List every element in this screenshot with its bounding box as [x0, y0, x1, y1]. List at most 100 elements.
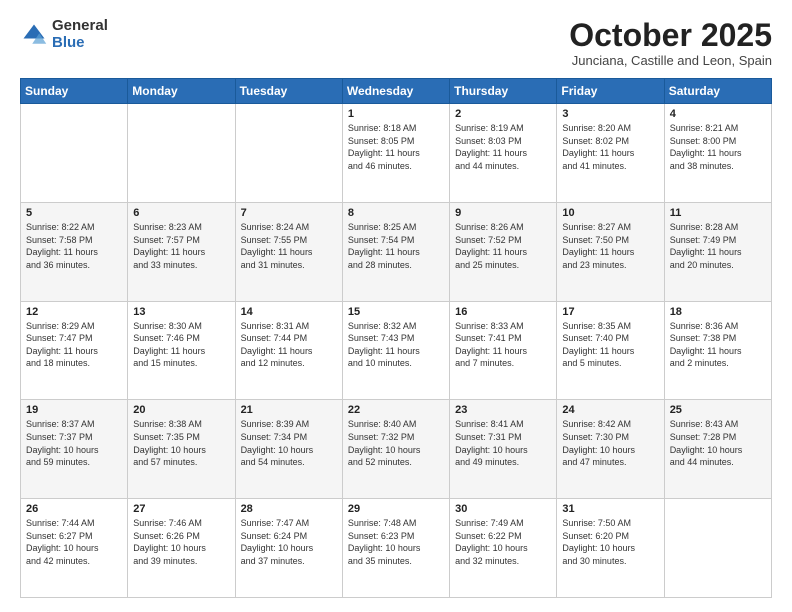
page: General Blue October 2025 Junciana, Cast… [0, 0, 792, 612]
day-info: Sunrise: 8:27 AM Sunset: 7:50 PM Dayligh… [562, 221, 658, 271]
calendar-week-4: 19 Sunrise: 8:37 AM Sunset: 7:37 PM Dayli… [21, 400, 772, 499]
day-number: 10 [562, 207, 658, 219]
main-title: October 2025 [569, 18, 772, 53]
day-info: Sunrise: 8:21 AM Sunset: 8:00 PM Dayligh… [670, 122, 766, 172]
title-block: October 2025 Junciana, Castille and Leon… [569, 18, 772, 68]
day-info: Sunrise: 7:44 AM Sunset: 6:27 PM Dayligh… [26, 517, 122, 567]
day-info: Sunrise: 8:42 AM Sunset: 7:30 PM Dayligh… [562, 418, 658, 468]
day-info: Sunrise: 8:38 AM Sunset: 7:35 PM Dayligh… [133, 418, 229, 468]
day-number: 31 [562, 503, 658, 515]
calendar-cell: 19 Sunrise: 8:37 AM Sunset: 7:37 PM Dayli… [21, 400, 128, 499]
calendar-cell: 8 Sunrise: 8:25 AM Sunset: 7:54 PM Daylig… [342, 202, 449, 301]
day-info: Sunrise: 8:40 AM Sunset: 7:32 PM Dayligh… [348, 418, 444, 468]
day-number: 21 [241, 404, 337, 416]
day-info: Sunrise: 8:18 AM Sunset: 8:05 PM Dayligh… [348, 122, 444, 172]
day-info: Sunrise: 7:47 AM Sunset: 6:24 PM Dayligh… [241, 517, 337, 567]
day-number: 20 [133, 404, 229, 416]
calendar-cell: 7Sunrise: 8:24 AM Sunset: 7:55 PM Daylig… [235, 202, 342, 301]
logo: General Blue [20, 18, 108, 51]
day-number: 25 [670, 404, 766, 416]
calendar-cell: 9 Sunrise: 8:26 AM Sunset: 7:52 PM Daylig… [450, 202, 557, 301]
calendar-header-saturday: Saturday [664, 79, 771, 104]
calendar-cell: 17 Sunrise: 8:35 AM Sunset: 7:40 PM Dayli… [557, 301, 664, 400]
day-info: Sunrise: 7:48 AM Sunset: 6:23 PM Dayligh… [348, 517, 444, 567]
day-number: 17 [562, 306, 658, 318]
calendar-cell: 30 Sunrise: 7:49 AM Sunset: 6:22 PM Dayli… [450, 499, 557, 598]
day-info: Sunrise: 8:23 AM Sunset: 7:57 PM Dayligh… [133, 221, 229, 271]
calendar-cell: 14 Sunrise: 8:31 AM Sunset: 7:44 PM Dayli… [235, 301, 342, 400]
calendar-cell: 16 Sunrise: 8:33 AM Sunset: 7:41 PM Dayli… [450, 301, 557, 400]
day-number: 5 [26, 207, 122, 219]
calendar-cell: 2Sunrise: 8:19 AM Sunset: 8:03 PM Daylig… [450, 104, 557, 203]
day-info: Sunrise: 8:33 AM Sunset: 7:41 PM Dayligh… [455, 320, 551, 370]
calendar-header-row: SundayMondayTuesdayWednesdayThursdayFrid… [21, 79, 772, 104]
day-info: Sunrise: 8:43 AM Sunset: 7:28 PM Dayligh… [670, 418, 766, 468]
day-info: Sunrise: 8:30 AM Sunset: 7:46 PM Dayligh… [133, 320, 229, 370]
calendar-cell: 25 Sunrise: 8:43 AM Sunset: 7:28 PM Dayli… [664, 400, 771, 499]
logo-icon [20, 21, 48, 49]
calendar-cell: 11Sunrise: 8:28 AM Sunset: 7:49 PM Dayli… [664, 202, 771, 301]
calendar-cell [21, 104, 128, 203]
day-info: Sunrise: 7:46 AM Sunset: 6:26 PM Dayligh… [133, 517, 229, 567]
day-number: 3 [562, 108, 658, 120]
day-info: Sunrise: 8:35 AM Sunset: 7:40 PM Dayligh… [562, 320, 658, 370]
day-number: 30 [455, 503, 551, 515]
calendar-week-2: 5Sunrise: 8:22 AM Sunset: 7:58 PM Daylig… [21, 202, 772, 301]
day-number: 26 [26, 503, 122, 515]
calendar-cell: 26 Sunrise: 7:44 AM Sunset: 6:27 PM Dayli… [21, 499, 128, 598]
calendar-cell: 5Sunrise: 8:22 AM Sunset: 7:58 PM Daylig… [21, 202, 128, 301]
day-info: Sunrise: 7:50 AM Sunset: 6:20 PM Dayligh… [562, 517, 658, 567]
calendar-cell [235, 104, 342, 203]
calendar-cell: 23 Sunrise: 8:41 AM Sunset: 7:31 PM Dayli… [450, 400, 557, 499]
calendar-cell: 21 Sunrise: 8:39 AM Sunset: 7:34 PM Dayli… [235, 400, 342, 499]
day-info: Sunrise: 8:39 AM Sunset: 7:34 PM Dayligh… [241, 418, 337, 468]
day-info: Sunrise: 8:41 AM Sunset: 7:31 PM Dayligh… [455, 418, 551, 468]
day-number: 24 [562, 404, 658, 416]
calendar-header-sunday: Sunday [21, 79, 128, 104]
day-number: 14 [241, 306, 337, 318]
day-number: 4 [670, 108, 766, 120]
logo-blue-text: Blue [52, 35, 108, 52]
calendar-cell: 1 Sunrise: 8:18 AM Sunset: 8:05 PM Daylig… [342, 104, 449, 203]
day-info: Sunrise: 8:28 AM Sunset: 7:49 PM Dayligh… [670, 221, 766, 271]
calendar-cell: 31 Sunrise: 7:50 AM Sunset: 6:20 PM Dayli… [557, 499, 664, 598]
day-number: 12 [26, 306, 122, 318]
calendar-cell: 24 Sunrise: 8:42 AM Sunset: 7:30 PM Dayli… [557, 400, 664, 499]
day-info: Sunrise: 8:25 AM Sunset: 7:54 PM Dayligh… [348, 221, 444, 271]
calendar-cell: 6 Sunrise: 8:23 AM Sunset: 7:57 PM Daylig… [128, 202, 235, 301]
day-number: 16 [455, 306, 551, 318]
calendar-table: SundayMondayTuesdayWednesdayThursdayFrid… [20, 78, 772, 598]
day-info: Sunrise: 8:24 AM Sunset: 7:55 PM Dayligh… [241, 221, 337, 271]
day-info: Sunrise: 8:36 AM Sunset: 7:38 PM Dayligh… [670, 320, 766, 370]
calendar-cell [128, 104, 235, 203]
day-number: 9 [455, 207, 551, 219]
day-number: 6 [133, 207, 229, 219]
calendar-cell: 28 Sunrise: 7:47 AM Sunset: 6:24 PM Dayli… [235, 499, 342, 598]
day-number: 29 [348, 503, 444, 515]
day-info: Sunrise: 8:20 AM Sunset: 8:02 PM Dayligh… [562, 122, 658, 172]
day-info: Sunrise: 7:49 AM Sunset: 6:22 PM Dayligh… [455, 517, 551, 567]
day-info: Sunrise: 8:37 AM Sunset: 7:37 PM Dayligh… [26, 418, 122, 468]
calendar-cell: 27 Sunrise: 7:46 AM Sunset: 6:26 PM Dayli… [128, 499, 235, 598]
calendar-cell: 22Sunrise: 8:40 AM Sunset: 7:32 PM Dayli… [342, 400, 449, 499]
calendar-cell: 15Sunrise: 8:32 AM Sunset: 7:43 PM Dayli… [342, 301, 449, 400]
day-info: Sunrise: 8:31 AM Sunset: 7:44 PM Dayligh… [241, 320, 337, 370]
calendar-cell: 18Sunrise: 8:36 AM Sunset: 7:38 PM Dayli… [664, 301, 771, 400]
calendar-cell: 3 Sunrise: 8:20 AM Sunset: 8:02 PM Daylig… [557, 104, 664, 203]
day-info: Sunrise: 8:26 AM Sunset: 7:52 PM Dayligh… [455, 221, 551, 271]
calendar-header-monday: Monday [128, 79, 235, 104]
day-number: 1 [348, 108, 444, 120]
day-number: 8 [348, 207, 444, 219]
day-number: 19 [26, 404, 122, 416]
calendar-header-wednesday: Wednesday [342, 79, 449, 104]
day-number: 28 [241, 503, 337, 515]
day-number: 27 [133, 503, 229, 515]
calendar-week-1: 1 Sunrise: 8:18 AM Sunset: 8:05 PM Daylig… [21, 104, 772, 203]
day-number: 2 [455, 108, 551, 120]
calendar-header-friday: Friday [557, 79, 664, 104]
calendar-cell: 13Sunrise: 8:30 AM Sunset: 7:46 PM Dayli… [128, 301, 235, 400]
header: General Blue October 2025 Junciana, Cast… [20, 18, 772, 68]
day-number: 23 [455, 404, 551, 416]
calendar-week-5: 26 Sunrise: 7:44 AM Sunset: 6:27 PM Dayli… [21, 499, 772, 598]
calendar-cell: 4 Sunrise: 8:21 AM Sunset: 8:00 PM Daylig… [664, 104, 771, 203]
